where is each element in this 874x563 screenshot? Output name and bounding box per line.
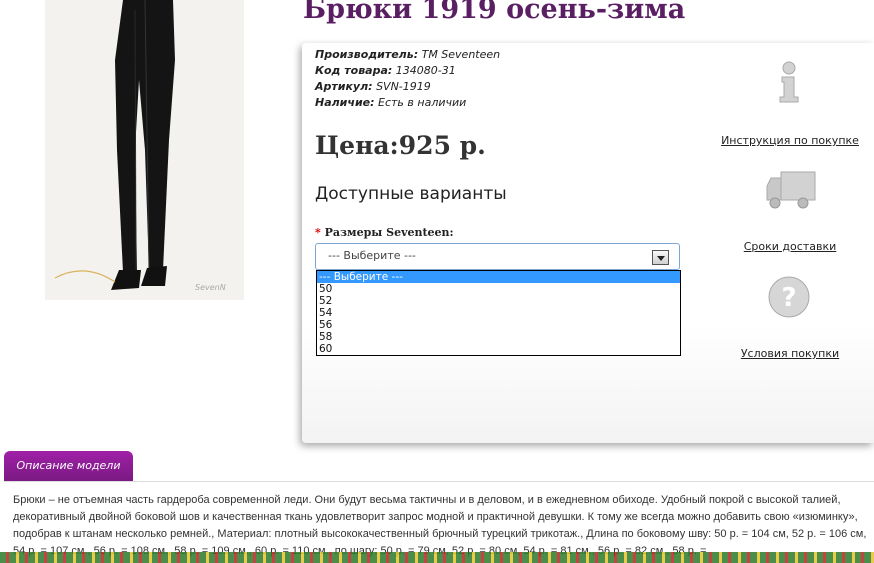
info-icon	[772, 61, 806, 109]
size-option-label: * Размеры Seventeen:	[315, 226, 454, 239]
variants-heading: Доступные варианты	[315, 184, 507, 204]
size-select-value: --- Выберите ---	[328, 249, 416, 262]
question-icon: ?	[767, 275, 811, 323]
decorative-garland	[0, 552, 874, 563]
description-text: Брюки – не отъемная часть гардероба совр…	[13, 494, 867, 557]
size-option[interactable]: 54	[317, 307, 680, 319]
svg-text:SevenN: SevenN	[195, 283, 226, 292]
size-option[interactable]: --- Выберите ---	[317, 271, 680, 283]
size-option[interactable]: 56	[317, 319, 680, 331]
availability-row: Наличие: Есть в наличии	[315, 96, 467, 109]
size-option[interactable]: 52	[317, 295, 680, 307]
svg-text:?: ?	[781, 283, 796, 313]
tab-description[interactable]: Описание модели	[4, 451, 133, 481]
size-option[interactable]: 58	[317, 331, 680, 343]
product-image[interactable]: SevenN	[45, 0, 244, 300]
required-mark: *	[315, 226, 321, 239]
terms-link[interactable]: Условия покупки	[720, 347, 860, 360]
article-row: Артикул: SVN-1919	[315, 80, 431, 93]
size-option[interactable]: 50	[317, 283, 680, 295]
product-meta: Производитель: TM Seventeen Код товара: …	[315, 47, 500, 111]
truck-icon	[765, 170, 817, 216]
description-divider	[4, 481, 874, 482]
product-price: Цена:925 р.	[315, 131, 486, 160]
product-options-panel: Производитель: TM Seventeen Код товара: …	[302, 43, 874, 443]
size-dropdown-list[interactable]: --- Выберите --- 50 52 54 56 58 60	[316, 270, 681, 356]
manufacturer-row: Производитель: TM Seventeen	[315, 48, 501, 61]
chevron-down-icon[interactable]	[652, 250, 669, 265]
instruction-link[interactable]: Инструкция по покупке	[720, 134, 860, 147]
product-code-row: Код товара: 134080-31	[315, 64, 456, 77]
delivery-link[interactable]: Сроки доставки	[720, 240, 860, 253]
size-option[interactable]: 60	[317, 343, 680, 355]
size-select[interactable]: --- Выберите ---	[315, 243, 680, 270]
page-title: Брюки 1919 осень-зима	[303, 0, 686, 25]
